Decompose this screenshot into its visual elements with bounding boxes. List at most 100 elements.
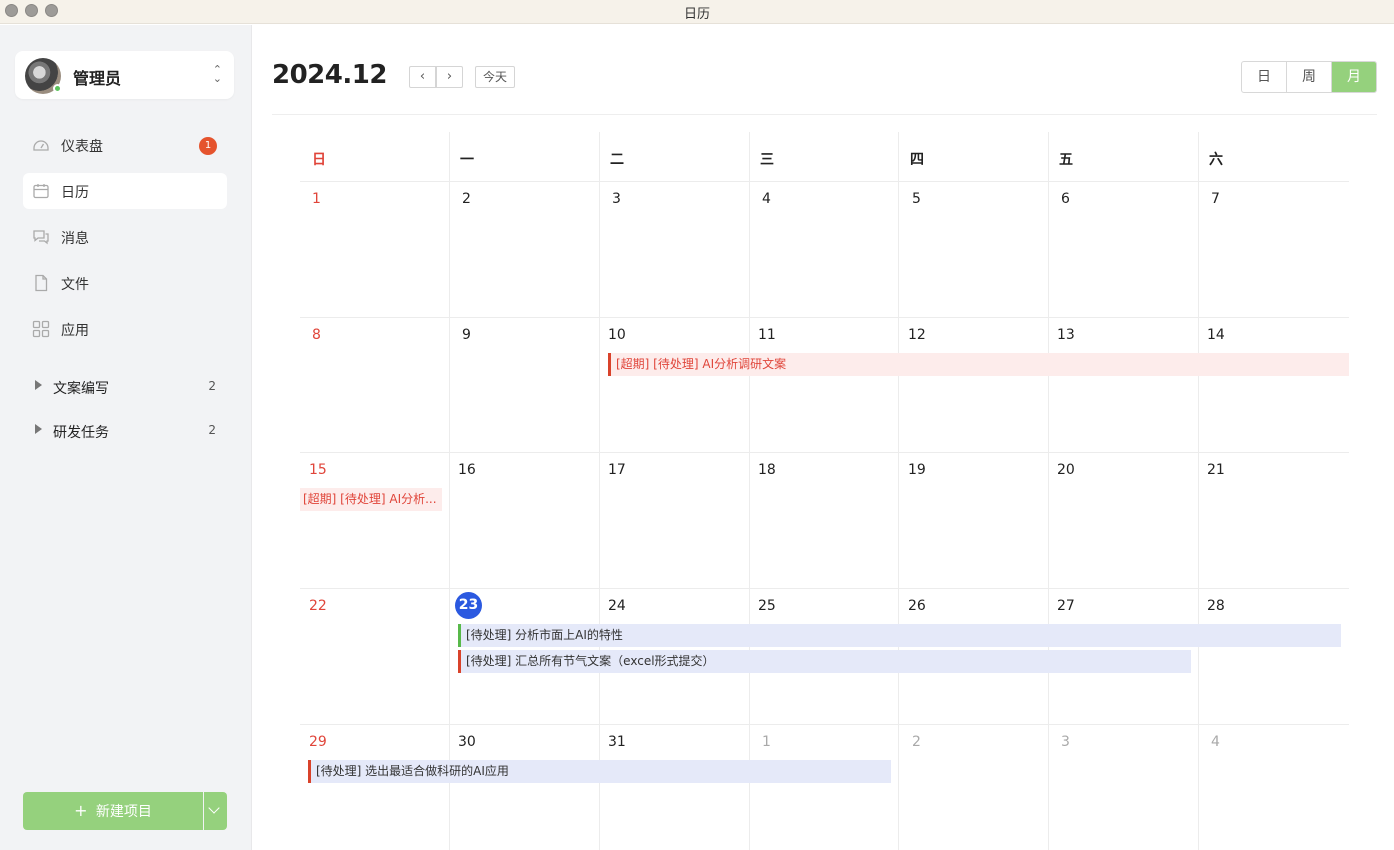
next-month-button[interactable]: › (436, 66, 463, 88)
day-cell-number[interactable]: 1 (312, 191, 321, 207)
day-cell-number[interactable]: 31 (608, 734, 626, 750)
day-cell-number[interactable]: 3 (1061, 734, 1070, 750)
group-label: 研发任务 (53, 425, 109, 441)
file-icon (35, 274, 48, 292)
sidebar-item-label: 应用 (61, 323, 89, 339)
day-cell-number[interactable]: 6 (1061, 191, 1070, 207)
caret-right-icon (35, 424, 42, 434)
day-cell-number[interactable]: 14 (1207, 327, 1225, 343)
day-cell-number[interactable]: 4 (762, 191, 771, 207)
day-cell-number[interactable]: 2 (912, 734, 921, 750)
new-project-dropdown-button[interactable] (204, 792, 227, 830)
calendar-event[interactable]: [待处理] 汇总所有节气文案（excel形式提交） (458, 650, 1191, 673)
weekday-header-wed: 三 (760, 152, 774, 168)
day-cell-number[interactable]: 18 (758, 462, 776, 478)
row-divider (300, 588, 1349, 589)
chevron-up-down-icon: ⌃ ⌄ (212, 63, 222, 85)
day-cell-number[interactable]: 19 (908, 462, 926, 478)
column-divider (749, 132, 750, 850)
weekday-header-mon: 一 (460, 152, 474, 168)
day-cell-number[interactable]: 26 (908, 598, 926, 614)
month-calendar: 日 一 二 三 四 五 六 1 2 3 4 5 6 7 8 9 10 11 12… (300, 132, 1349, 850)
day-cell-number[interactable]: 22 (309, 598, 327, 614)
view-switcher: 日 周 月 (1241, 61, 1377, 93)
day-cell-number[interactable]: 5 (912, 191, 921, 207)
day-cell-number[interactable]: 8 (312, 327, 321, 343)
row-divider (300, 724, 1349, 725)
calendar-icon (33, 184, 49, 199)
day-cell-number[interactable]: 21 (1207, 462, 1225, 478)
day-cell-number[interactable]: 7 (1211, 191, 1220, 207)
row-divider (300, 181, 1349, 182)
day-view-button[interactable]: 日 (1242, 62, 1287, 92)
day-cell-number[interactable]: 10 (608, 327, 626, 343)
project-group-rnd[interactable]: 研发任务 2 (23, 417, 227, 445)
sidebar-item-messages[interactable]: 消息 (23, 219, 227, 255)
column-divider (449, 132, 450, 850)
calendar-event[interactable]: [待处理] 分析市面上AI的特性 (458, 624, 1341, 647)
day-cell-number[interactable]: 12 (908, 327, 926, 343)
sidebar-item-files[interactable]: 文件 (23, 265, 227, 301)
column-divider (599, 132, 600, 850)
column-divider (898, 132, 899, 850)
day-cell-number[interactable]: 3 (612, 191, 621, 207)
plus-icon: + (74, 801, 88, 820)
chevron-down-icon (208, 802, 220, 814)
message-icon (33, 230, 49, 245)
window-titlebar: 日历 (0, 0, 1394, 24)
column-divider (1198, 132, 1199, 850)
group-count: 2 (208, 379, 216, 393)
online-status-icon (53, 84, 62, 93)
sidebar-item-dashboard[interactable]: 仪表盘 1 (23, 127, 227, 163)
sidebar-item-label: 仪表盘 (61, 139, 103, 155)
day-cell-number[interactable]: 20 (1057, 462, 1075, 478)
day-cell-number[interactable]: 28 (1207, 598, 1225, 614)
day-cell-number[interactable]: 13 (1057, 327, 1075, 343)
calendar-event[interactable]: [待处理] 选出最适合做科研的AI应用 (308, 760, 891, 783)
username: 管理员 (73, 69, 122, 88)
group-count: 2 (208, 423, 216, 437)
weekday-header-sun: 日 (312, 152, 326, 168)
sidebar-item-label: 文件 (61, 277, 89, 293)
month-view-button[interactable]: 月 (1332, 62, 1376, 92)
new-project-button[interactable]: + 新建项目 (23, 792, 203, 830)
day-cell-number[interactable]: 11 (758, 327, 776, 343)
day-cell-number[interactable]: 2 (462, 191, 471, 207)
day-cell-number[interactable]: 29 (309, 734, 327, 750)
sidebar-item-label: 日历 (61, 185, 89, 201)
weekday-header-thu: 四 (910, 152, 924, 168)
window-title: 日历 (683, 7, 710, 22)
row-divider (300, 452, 1349, 453)
day-cell-number[interactable]: 30 (458, 734, 476, 750)
today-day-number[interactable]: 23 (455, 592, 482, 619)
group-label: 文案编写 (53, 381, 109, 397)
prev-month-button[interactable]: ‹ (409, 66, 436, 88)
apps-grid-icon (32, 320, 50, 338)
current-month-title: 2024.12 (272, 60, 387, 90)
day-cell-number[interactable]: 9 (462, 327, 471, 343)
calendar-event[interactable]: [超期] [待处理] AI分析调研文案 (608, 353, 1349, 376)
calendar-event[interactable]: [超期] [待处理] AI分析... (300, 488, 442, 511)
notification-badge: 1 (199, 137, 217, 155)
weekday-header-fri: 五 (1059, 152, 1073, 168)
user-switcher[interactable]: 管理员 ⌃ ⌄ (15, 51, 234, 99)
day-cell-number[interactable]: 24 (608, 598, 626, 614)
sidebar: 管理员 ⌃ ⌄ 仪表盘 1 日历 消息 文件 应用 文案编写 2 研发任务 2 +… (0, 25, 252, 850)
day-cell-number[interactable]: 15 (309, 462, 327, 478)
day-cell-number[interactable]: 27 (1057, 598, 1075, 614)
today-button[interactable]: 今天 (475, 66, 515, 88)
weekday-header-tue: 二 (610, 152, 624, 168)
day-cell-number[interactable]: 25 (758, 598, 776, 614)
sidebar-item-calendar[interactable]: 日历 (23, 173, 227, 209)
day-cell-number[interactable]: 4 (1211, 734, 1220, 750)
week-view-button[interactable]: 周 (1287, 62, 1332, 92)
sidebar-item-label: 消息 (61, 231, 89, 247)
day-cell-number[interactable]: 1 (762, 734, 771, 750)
row-divider (300, 317, 1349, 318)
new-project-label: 新建项目 (95, 804, 152, 820)
project-group-copywriting[interactable]: 文案编写 2 (23, 373, 227, 401)
day-cell-number[interactable]: 17 (608, 462, 626, 478)
sidebar-item-apps[interactable]: 应用 (23, 311, 227, 347)
header-divider (272, 114, 1377, 115)
day-cell-number[interactable]: 16 (458, 462, 476, 478)
